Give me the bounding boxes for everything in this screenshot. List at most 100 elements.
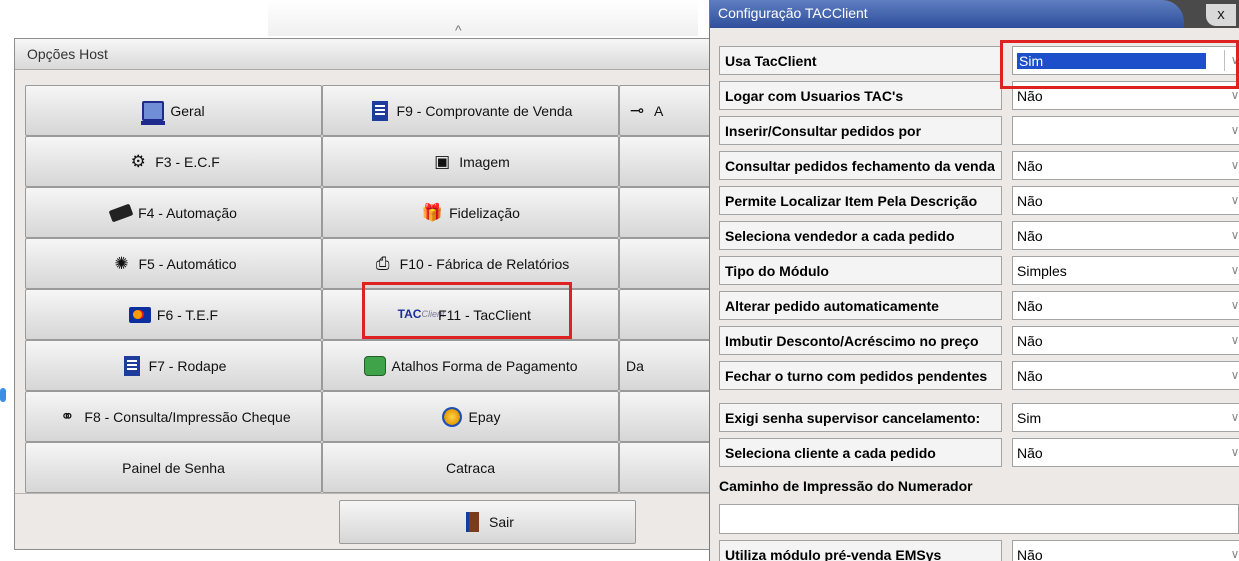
fidelizacao-button[interactable]: 🎁 Fidelização: [322, 187, 619, 238]
inserir-consultar-select[interactable]: ∨: [1012, 116, 1239, 145]
consulta-cheque-label: F8 - Consulta/Impressão Cheque: [84, 408, 291, 425]
chevron-down-icon[interactable]: ∨: [1225, 544, 1239, 561]
chevron-down-icon[interactable]: ∨: [1225, 155, 1239, 176]
host-button-col3-row3[interactable]: [619, 187, 719, 238]
host-button-col3-row1-label: A: [654, 102, 664, 119]
ecf-button[interactable]: ⚙ F3 - E.C.F: [25, 136, 322, 187]
host-options-window: Opções Host Geral F9 - Comprovante de Ve…: [14, 38, 720, 550]
usa-tacclient-select[interactable]: Sim ∨: [1012, 46, 1239, 75]
epay-logo-icon: [441, 406, 463, 428]
atalhos-pagamento-button[interactable]: Atalhos Forma de Pagamento: [322, 340, 619, 391]
geral-label: Geral: [170, 102, 205, 119]
automacao-button[interactable]: F4 - Automação: [25, 187, 322, 238]
host-window-title: Opções Host: [15, 39, 719, 70]
select-value: Sim: [1017, 52, 1206, 69]
chip-icon: [108, 202, 134, 224]
config-label: Seleciona vendedor a cada pedido: [719, 221, 1002, 250]
fabrica-relatorios-button[interactable]: ⎙ F10 - Fábrica de Relatórios: [322, 238, 619, 289]
select-value: Não: [1017, 444, 1043, 461]
geral-button[interactable]: Geral: [25, 85, 322, 136]
sair-container: Sair: [339, 500, 636, 544]
logar-usuarios-select[interactable]: Não ∨: [1012, 81, 1239, 110]
consulta-cheque-button[interactable]: ⚭ F8 - Consulta/Impressão Cheque: [25, 391, 322, 442]
automatico-button[interactable]: ✺ F5 - Automático: [25, 238, 322, 289]
select-value: Simples: [1017, 262, 1067, 279]
catraca-button[interactable]: Catraca: [322, 442, 619, 493]
fechar-turno-select[interactable]: Não ∨: [1012, 361, 1239, 390]
caminho-impressao-input[interactable]: [719, 504, 1239, 534]
host-button-col3-row2[interactable]: [619, 136, 719, 187]
chevron-down-icon[interactable]: ∨: [1225, 85, 1239, 106]
config-titlebar: Configuração TACClient x: [710, 0, 1239, 28]
chevron-down-icon[interactable]: ∨: [1225, 365, 1239, 386]
host-button-col3-row6[interactable]: Da: [619, 340, 719, 391]
fabrica-relatorios-label: F10 - Fábrica de Relatórios: [399, 255, 570, 272]
host-button-col3-row8[interactable]: [619, 442, 719, 493]
select-value: Não: [1017, 297, 1043, 314]
exit-door-icon: [461, 511, 483, 533]
chevron-down-icon[interactable]: ∨: [1225, 407, 1239, 428]
seleciona-cliente-select[interactable]: Não ∨: [1012, 438, 1239, 467]
config-label: Exigi senha supervisor cancelamento:: [719, 403, 1002, 432]
config-label: Seleciona cliente a cada pedido: [719, 438, 1002, 467]
printer-icon: ⚙: [130, 151, 146, 171]
monitor-icon: [141, 100, 166, 125]
chevron-down-icon[interactable]: ∨: [1225, 225, 1239, 246]
payment-icon: [363, 355, 386, 377]
imagem-label: Imagem: [459, 153, 510, 170]
config-label: Consultar pedidos fechamento da venda: [719, 151, 1002, 180]
tipo-modulo-select[interactable]: Simples ∨: [1012, 256, 1239, 285]
imbutir-desconto-select[interactable]: Não ∨: [1012, 326, 1239, 355]
pre-venda-select[interactable]: Não ∨: [1012, 540, 1239, 561]
report-printer-icon: ⎙: [375, 253, 390, 273]
chevron-down-icon[interactable]: ∨: [1224, 50, 1239, 71]
senha-supervisor-select[interactable]: Sim ∨: [1012, 403, 1239, 432]
config-label: Logar com Usuarios TAC's: [719, 81, 1002, 110]
tacclient-button[interactable]: TAC Client F11 - TacClient: [322, 289, 619, 340]
config-window-title: Configuração TACClient: [710, 0, 1184, 28]
sair-button[interactable]: Sair: [339, 500, 636, 544]
host-button-col3-row1[interactable]: ⊸ A: [619, 85, 719, 136]
select-value: Não: [1017, 546, 1043, 561]
config-label: Alterar pedido automaticamente: [719, 291, 1002, 320]
chevron-down-icon[interactable]: ∨: [1225, 330, 1239, 351]
comprovante-venda-label: F9 - Comprovante de Venda: [396, 102, 573, 119]
document-edit-icon: [121, 355, 143, 377]
epay-button[interactable]: Epay: [322, 391, 619, 442]
select-value: Não: [1017, 332, 1043, 349]
catraca-label: Catraca: [445, 459, 496, 476]
config-row-consultar-fechamento: Consultar pedidos fechamento da venda Nã…: [719, 151, 1239, 180]
rodape-button[interactable]: F7 - Rodape: [25, 340, 322, 391]
localizar-item-select[interactable]: Não ∨: [1012, 186, 1239, 215]
host-button-col3-row4[interactable]: [619, 238, 719, 289]
imagem-button[interactable]: ▣ Imagem: [322, 136, 619, 187]
select-value: Não: [1017, 367, 1043, 384]
config-row-localizar-item: Permite Localizar Item Pela Descrição Nã…: [719, 186, 1239, 215]
chevron-down-icon[interactable]: ∨: [1225, 295, 1239, 316]
host-button-col3-row5[interactable]: [619, 289, 719, 340]
caminho-impressao-label: Caminho de Impressão do Numerador: [719, 478, 973, 494]
config-row-alterar-pedido: Alterar pedido automaticamente Não ∨: [719, 291, 1239, 320]
seleciona-vendedor-select[interactable]: Não ∨: [1012, 221, 1239, 250]
chevron-down-icon[interactable]: ∨: [1225, 442, 1239, 463]
chevron-down-icon[interactable]: ∨: [1225, 120, 1239, 141]
alterar-pedido-select[interactable]: Não ∨: [1012, 291, 1239, 320]
background-indicator: [0, 388, 6, 402]
consultar-fechamento-select[interactable]: Não ∨: [1012, 151, 1239, 180]
config-row-usa-tacclient: Usa TacClient Sim ∨: [719, 46, 1239, 75]
tef-button[interactable]: F6 - T.E.F: [25, 289, 322, 340]
select-value: Não: [1017, 87, 1043, 104]
painel-senha-button[interactable]: Painel de Senha: [25, 442, 322, 493]
binoculars-icon: ⚭: [60, 406, 75, 426]
chevron-down-icon[interactable]: ∨: [1225, 260, 1239, 281]
host-button-col3-row7[interactable]: [619, 391, 719, 442]
rodape-label: F7 - Rodape: [148, 357, 227, 374]
close-icon[interactable]: x: [1206, 4, 1236, 26]
config-row-seleciona-vendedor: Seleciona vendedor a cada pedido Não ∨: [719, 221, 1239, 250]
comprovante-venda-button[interactable]: F9 - Comprovante de Venda: [322, 85, 619, 136]
bulb-icon: ✺: [114, 253, 129, 273]
config-row-tipo-modulo: Tipo do Módulo Simples ∨: [719, 256, 1239, 285]
document-edit-icon: [369, 100, 391, 122]
chevron-down-icon[interactable]: ∨: [1225, 190, 1239, 211]
config-row-fechar-turno: Fechar o turno com pedidos pendentes Não…: [719, 361, 1239, 390]
